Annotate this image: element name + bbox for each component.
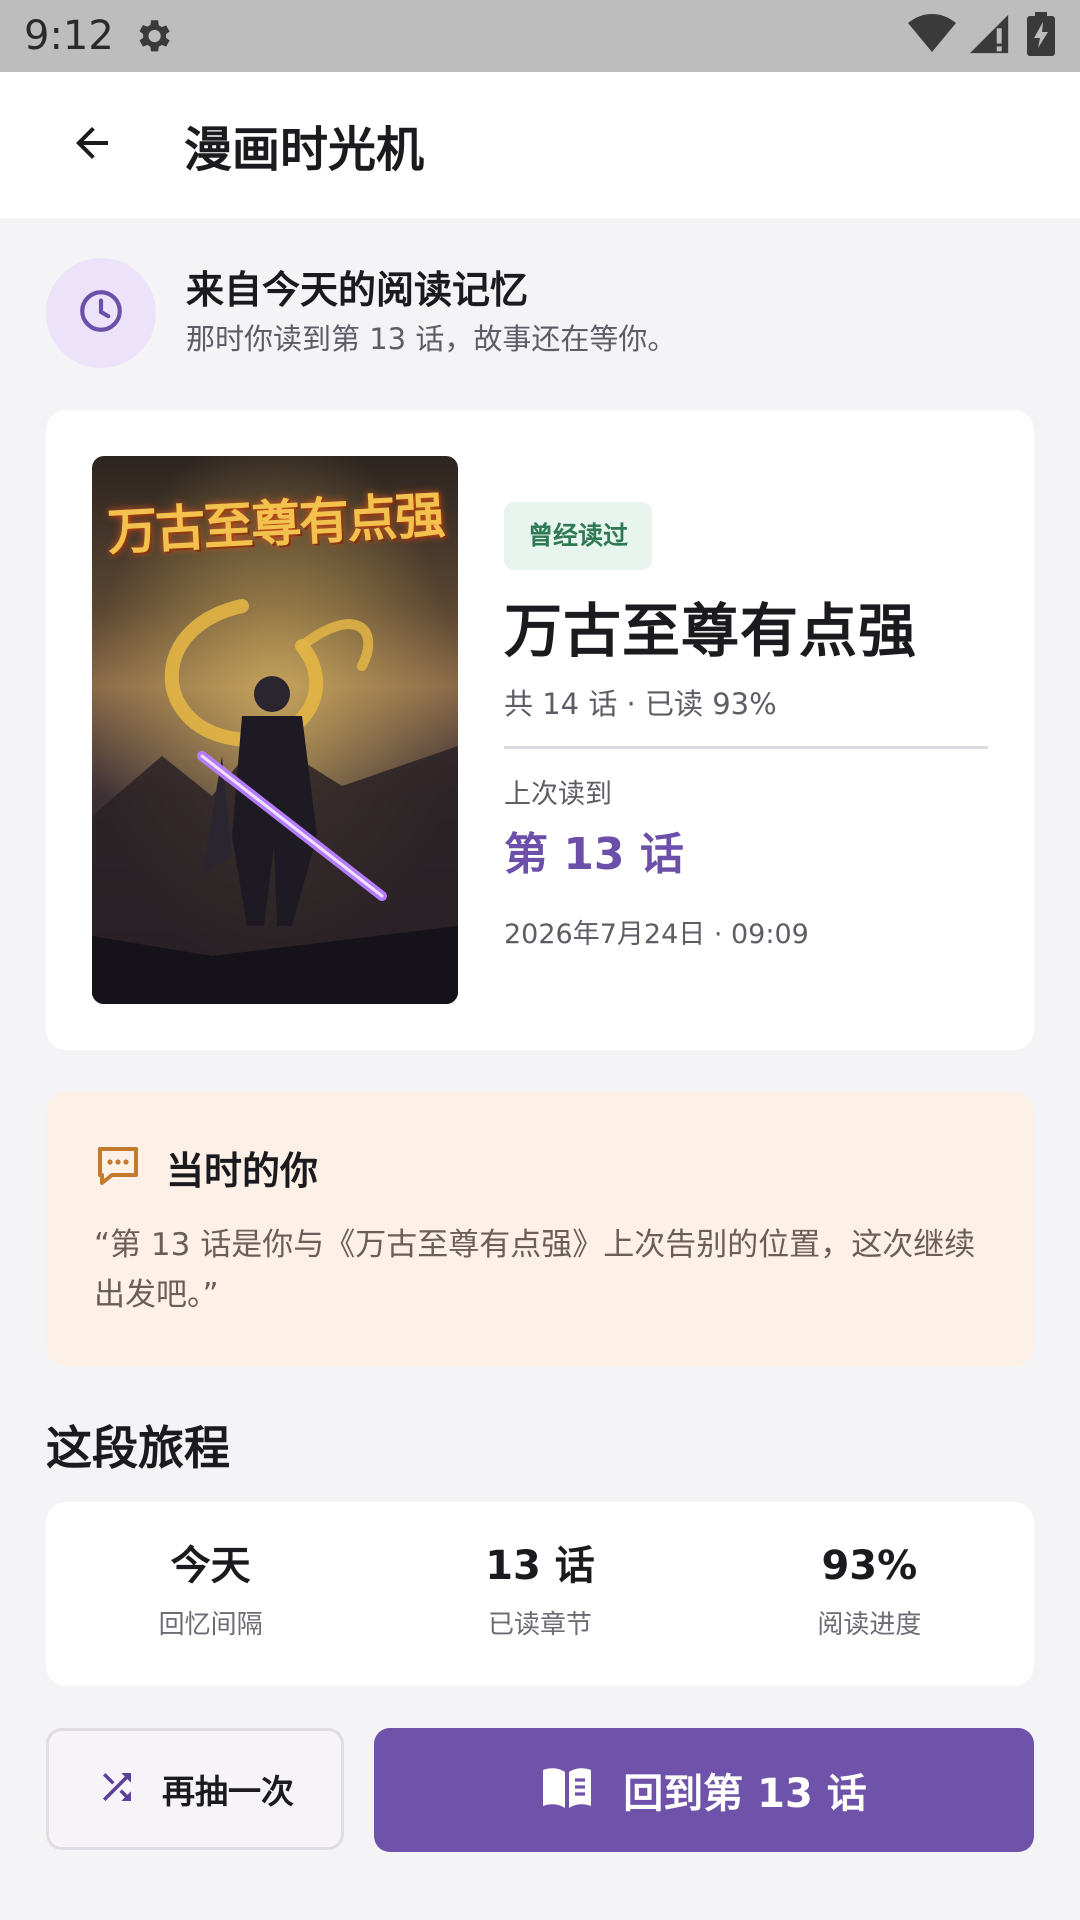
battery-icon (1026, 12, 1056, 60)
reroll-button[interactable]: 再抽一次 (46, 1728, 344, 1850)
page-title: 漫画时光机 (184, 122, 425, 178)
last-episode: 第 13 话 (504, 829, 684, 880)
journey-title: 这段旅程 (46, 1421, 230, 1475)
stat-value: 今天 (170, 1543, 251, 1589)
you-then-card: 当时的你 “第 13 话是你与《万古至尊有点强》上次告别的位置，这次继续出发吧。… (46, 1092, 1034, 1366)
stat-label: 阅读进度 (817, 1610, 922, 1640)
stat-memory-interval: 今天 回忆间隔 (46, 1502, 375, 1686)
you-then-quote: “第 13 话是你与《万古至尊有点强》上次告别的位置，这次继续出发吧。” (94, 1227, 976, 1313)
app-bar: 漫画时光机 (0, 72, 1080, 218)
memory-header: 来自今天的阅读记忆 那时你读到第 13 话，故事还在等你。 (46, 258, 1036, 368)
stat-label: 回忆间隔 (158, 1610, 263, 1640)
status-bar: 9:12 (0, 0, 1080, 72)
last-read-label: 上次读到 (504, 779, 612, 810)
memory-subtitle: 那时你读到第 13 话，故事还在等你。 (186, 322, 677, 356)
clock-icon (76, 286, 126, 340)
memory-title: 来自今天的阅读记忆 (186, 268, 529, 312)
resume-reading-button[interactable]: 回到第 13 话 (374, 1728, 1034, 1852)
signal-icon (970, 14, 1012, 58)
stat-value: 93% (821, 1543, 918, 1589)
back-button[interactable] (44, 97, 140, 193)
reroll-label: 再抽一次 (162, 1772, 294, 1811)
wifi-icon (908, 14, 956, 58)
read-status-badge: 曾经读过 (504, 502, 653, 570)
chat-bubble-icon (94, 1143, 142, 1193)
gear-icon (132, 15, 174, 57)
stat-value: 13 话 (485, 1543, 595, 1589)
comic-cover[interactable]: 万古至尊有点强 (92, 456, 458, 1004)
comic-meta: 共 14 话 · 已读 93% (504, 687, 777, 721)
last-read-time: 2026年7月24日 · 09:09 (504, 919, 809, 950)
comic-title: 万古至尊有点强 (504, 597, 918, 665)
divider (504, 746, 988, 749)
stat-label: 已读章节 (487, 1610, 592, 1640)
shuffle-icon (96, 1766, 138, 1812)
journey-stats-card: 今天 回忆间隔 13 话 已读章节 93% 阅读进度 (46, 1502, 1034, 1686)
stat-chapters-read: 13 话 已读章节 (375, 1502, 704, 1686)
clock-badge (46, 258, 156, 368)
comic-card[interactable]: 万古至尊有点强 曾经读过 万古至尊有点强 共 14 话 · 已读 93% 上次读… (46, 410, 1034, 1050)
you-then-title: 当时的你 (166, 1149, 319, 1193)
resume-label: 回到第 13 话 (623, 1771, 867, 1817)
book-icon (541, 1766, 593, 1814)
stat-reading-progress: 93% 阅读进度 (705, 1502, 1034, 1686)
arrow-back-icon (68, 119, 116, 171)
status-time: 9:12 (24, 13, 114, 59)
